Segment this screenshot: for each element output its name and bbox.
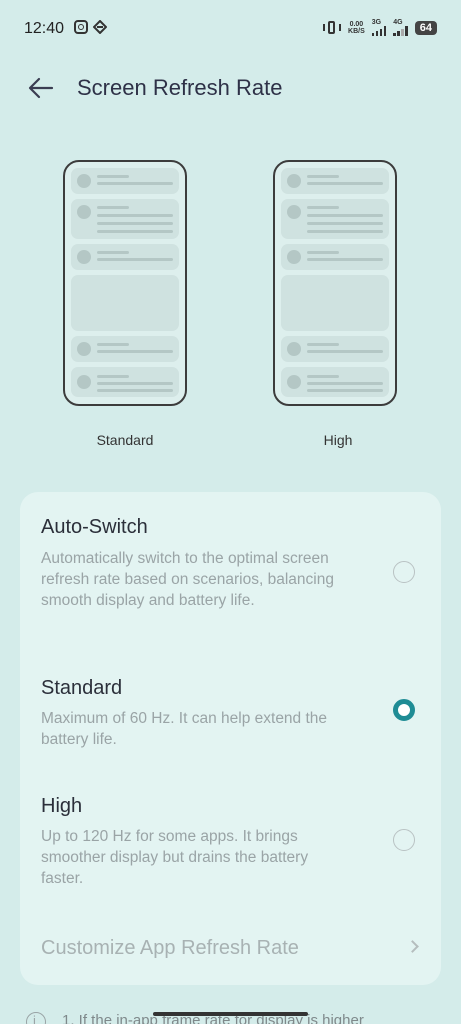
status-time: 12:40 bbox=[24, 20, 65, 37]
chevron-right-icon bbox=[406, 940, 419, 953]
option-description: Maximum of 60 Hz. It can help extend the… bbox=[41, 710, 328, 748]
option-title: High bbox=[41, 795, 83, 817]
info-icon bbox=[26, 1012, 46, 1024]
screen: 12:40 0.00 KB/S 3G 4G 64 Screen Refresh … bbox=[0, 0, 461, 1024]
signal-bars-icon bbox=[393, 26, 408, 36]
home-indicator[interactable] bbox=[153, 1012, 308, 1016]
option-standard[interactable]: Standard Maximum of 60 Hz. It can help e… bbox=[20, 662, 441, 762]
refresh-rate-options: Auto-Switch Automatically switch to the … bbox=[20, 492, 441, 985]
option-description: Up to 120 Hz for some apps. It brings sm… bbox=[41, 828, 309, 887]
vibrate-icon bbox=[323, 20, 342, 36]
option-description: Automatically switch to the optimal scre… bbox=[41, 550, 334, 609]
standard-preview-label: Standard bbox=[96, 432, 154, 448]
back-arrow-icon bbox=[28, 77, 54, 99]
back-button[interactable] bbox=[18, 70, 62, 106]
high-preview-label: High bbox=[323, 432, 353, 448]
standard-preview-illustration bbox=[63, 160, 187, 406]
battery-indicator: 64 bbox=[414, 20, 437, 35]
option-high[interactable]: High Up to 120 Hz for some apps. It brin… bbox=[20, 782, 441, 902]
network-speed: 0.00 KB/S bbox=[348, 21, 365, 35]
high-radio[interactable] bbox=[393, 829, 415, 851]
signal-bars-icon bbox=[371, 26, 387, 36]
app-notification-icon bbox=[92, 19, 108, 35]
sim2-signal: 4G bbox=[393, 19, 408, 36]
network-speed-value: 0.00 bbox=[349, 20, 364, 28]
status-bar: 12:40 0.00 KB/S 3G 4G 64 bbox=[0, 0, 461, 58]
high-preview-illustration bbox=[273, 160, 397, 406]
option-title: Standard bbox=[41, 677, 123, 699]
customize-app-refresh-rate-label: Customize App Refresh Rate bbox=[41, 937, 299, 959]
sim2-network-type: 4G bbox=[393, 19, 403, 26]
instagram-icon bbox=[74, 20, 88, 34]
network-speed-unit: KB/S bbox=[348, 27, 365, 35]
sim1-signal: 3G bbox=[371, 19, 387, 36]
option-title: Auto-Switch bbox=[41, 516, 148, 538]
standard-radio-selected[interactable] bbox=[393, 699, 415, 721]
option-auto-switch[interactable]: Auto-Switch Automatically switch to the … bbox=[20, 492, 441, 642]
customize-app-refresh-rate-row[interactable]: Customize App Refresh Rate bbox=[20, 928, 441, 968]
status-right-cluster: 0.00 KB/S 3G 4G 64 bbox=[323, 19, 437, 36]
page-title: Screen Refresh Rate bbox=[77, 75, 283, 100]
sim1-network-type: 3G bbox=[371, 19, 382, 26]
auto-switch-radio[interactable] bbox=[393, 561, 415, 583]
